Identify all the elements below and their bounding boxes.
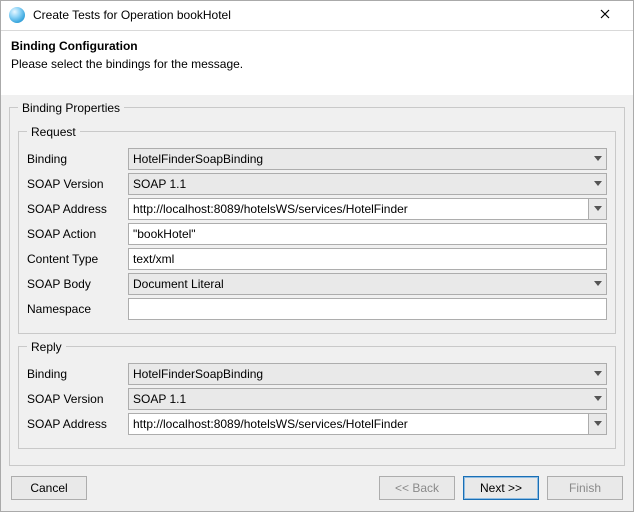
app-icon	[9, 7, 25, 23]
request-content-type-value: text/xml	[133, 252, 174, 266]
finish-button: Finish	[547, 476, 623, 500]
reply-legend: Reply	[27, 340, 66, 354]
chevron-down-icon[interactable]	[588, 199, 606, 219]
reply-soap-address-combo[interactable]: http://localhost:8089/hotelsWS/services/…	[128, 413, 607, 435]
reply-binding-select[interactable]: HotelFinderSoapBinding	[128, 363, 607, 385]
request-binding-select[interactable]: HotelFinderSoapBinding	[128, 148, 607, 170]
request-binding-label: Binding	[27, 152, 122, 166]
chevron-down-icon[interactable]	[588, 414, 606, 434]
chevron-down-icon	[594, 281, 602, 287]
request-soap-address-label: SOAP Address	[27, 202, 122, 216]
binding-properties-legend: Binding Properties	[18, 101, 124, 115]
chevron-down-icon	[594, 181, 602, 187]
chevron-down-icon	[594, 371, 602, 377]
reply-soap-version-value: SOAP 1.1	[133, 392, 584, 406]
chevron-down-icon	[594, 156, 602, 162]
request-group: Request Binding HotelFinderSoapBinding S…	[18, 125, 616, 334]
reply-soap-version-select[interactable]: SOAP 1.1	[128, 388, 607, 410]
request-soap-body-label: SOAP Body	[27, 277, 122, 291]
request-soap-version-label: SOAP Version	[27, 177, 122, 191]
request-soap-version-value: SOAP 1.1	[133, 177, 584, 191]
request-soap-body-value: Document Literal	[133, 277, 584, 291]
request-namespace-input[interactable]	[128, 298, 607, 320]
request-content-type-input[interactable]: text/xml	[128, 248, 607, 270]
back-button: << Back	[379, 476, 455, 500]
button-bar: Cancel << Back Next >> Finish	[1, 466, 633, 511]
binding-properties-group: Binding Properties Request Binding Hotel…	[9, 101, 625, 466]
request-soap-action-input[interactable]: "bookHotel"	[128, 223, 607, 245]
reply-binding-label: Binding	[27, 367, 122, 381]
request-soap-address-combo[interactable]: http://localhost:8089/hotelsWS/services/…	[128, 198, 607, 220]
banner: Binding Configuration Please select the …	[1, 31, 633, 95]
request-content-type-label: Content Type	[27, 252, 122, 266]
reply-soap-address-value: http://localhost:8089/hotelsWS/services/…	[129, 414, 588, 434]
cancel-button[interactable]: Cancel	[11, 476, 87, 500]
next-button[interactable]: Next >>	[463, 476, 539, 500]
reply-soap-version-label: SOAP Version	[27, 392, 122, 406]
window-title: Create Tests for Operation bookHotel	[33, 8, 585, 22]
title-bar: Create Tests for Operation bookHotel	[1, 1, 633, 31]
request-binding-value: HotelFinderSoapBinding	[133, 152, 584, 166]
content-area: Binding Properties Request Binding Hotel…	[1, 95, 633, 466]
request-namespace-label: Namespace	[27, 302, 122, 316]
close-button[interactable]	[585, 4, 625, 26]
request-soap-address-value: http://localhost:8089/hotelsWS/services/…	[129, 199, 588, 219]
request-soap-action-value: "bookHotel"	[133, 227, 196, 241]
request-soap-version-select[interactable]: SOAP 1.1	[128, 173, 607, 195]
request-soap-action-label: SOAP Action	[27, 227, 122, 241]
banner-heading: Binding Configuration	[11, 39, 623, 53]
reply-group: Reply Binding HotelFinderSoapBinding SOA…	[18, 340, 616, 449]
dialog-window: Create Tests for Operation bookHotel Bin…	[0, 0, 634, 512]
close-icon	[600, 8, 610, 22]
request-soap-body-select[interactable]: Document Literal	[128, 273, 607, 295]
reply-binding-value: HotelFinderSoapBinding	[133, 367, 584, 381]
reply-soap-address-label: SOAP Address	[27, 417, 122, 431]
request-legend: Request	[27, 125, 80, 139]
chevron-down-icon	[594, 396, 602, 402]
banner-subtext: Please select the bindings for the messa…	[11, 57, 623, 71]
